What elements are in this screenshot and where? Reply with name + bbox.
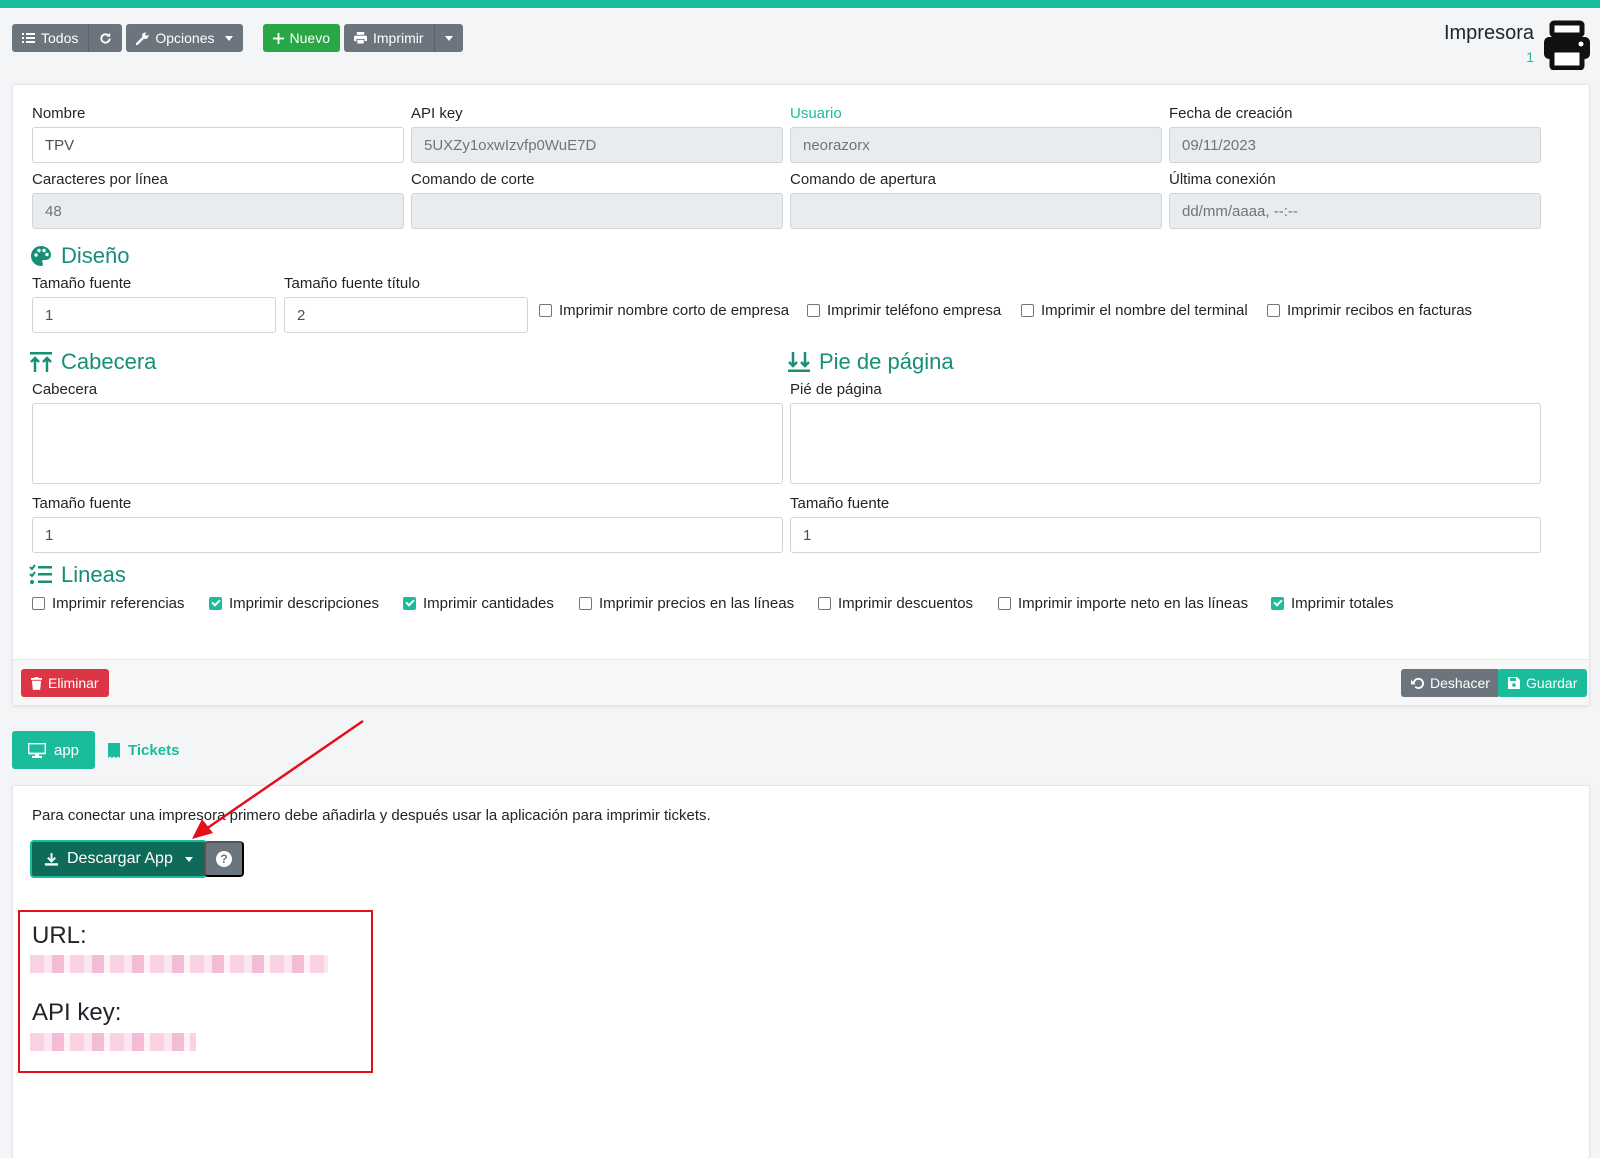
annotation-arrow	[192, 719, 364, 839]
